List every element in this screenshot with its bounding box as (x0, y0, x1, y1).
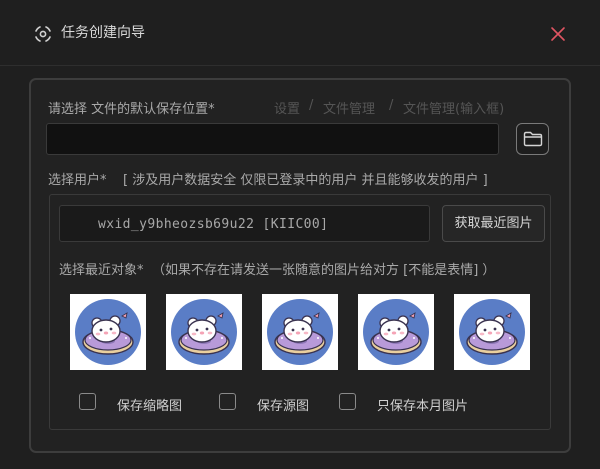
save-location-label: 请选择 文件的默认保存位置* (48, 102, 215, 117)
recent-image-thumbnail[interactable] (70, 294, 146, 370)
recent-image-thumbnail[interactable] (358, 294, 434, 370)
save-original-checkbox[interactable] (219, 393, 236, 410)
browse-folder-button[interactable] (516, 123, 549, 155)
save-path-input[interactable] (46, 123, 499, 155)
recent-image-thumbnail[interactable] (262, 294, 338, 370)
save-thumbnail-label: 保存缩略图 (117, 399, 183, 414)
this-month-only-checkbox[interactable] (339, 393, 356, 410)
bear-donut-image (458, 298, 526, 366)
recent-target-hint: （如果不存在请发送一张随意的图片给对方 [不能是表情] ） (152, 263, 496, 278)
recent-image-thumbnail[interactable] (454, 294, 530, 370)
folder-icon (523, 131, 542, 147)
fetch-recent-images-button[interactable]: 获取最近图片 (442, 205, 545, 242)
title-bar: 任务创建向导 (0, 0, 600, 66)
save-thumbnail-checkbox[interactable] (79, 393, 96, 410)
bear-donut-image (362, 298, 430, 366)
breadcrumb-separator: / (389, 98, 394, 113)
wizard-icon (35, 26, 51, 42)
select-user-label: 选择用户* (48, 173, 107, 188)
window-title: 任务创建向导 (61, 25, 145, 41)
wxid-input[interactable]: wxid_y9bheozsb69u22 [KIIC00] (59, 205, 430, 242)
recent-image-thumbnail[interactable] (166, 294, 242, 370)
bear-donut-image (74, 298, 142, 366)
bear-donut-image (266, 298, 334, 366)
security-note: [ 涉及用户数据安全 仅限已登录中的用户 并且能够收发的用户 ] (123, 173, 488, 188)
bear-donut-image (170, 298, 238, 366)
recent-target-label: 选择最近对象* (59, 263, 144, 278)
breadcrumb-separator: / (309, 98, 314, 113)
this-month-only-label: 只保存本月图片 (377, 399, 469, 414)
save-original-label: 保存源图 (257, 399, 310, 414)
breadcrumb-item: 设置 (274, 102, 301, 117)
breadcrumb-item: 文件管理 (323, 102, 376, 117)
breadcrumb-item: 文件管理(输入框) (403, 102, 505, 117)
close-icon[interactable] (548, 24, 568, 44)
